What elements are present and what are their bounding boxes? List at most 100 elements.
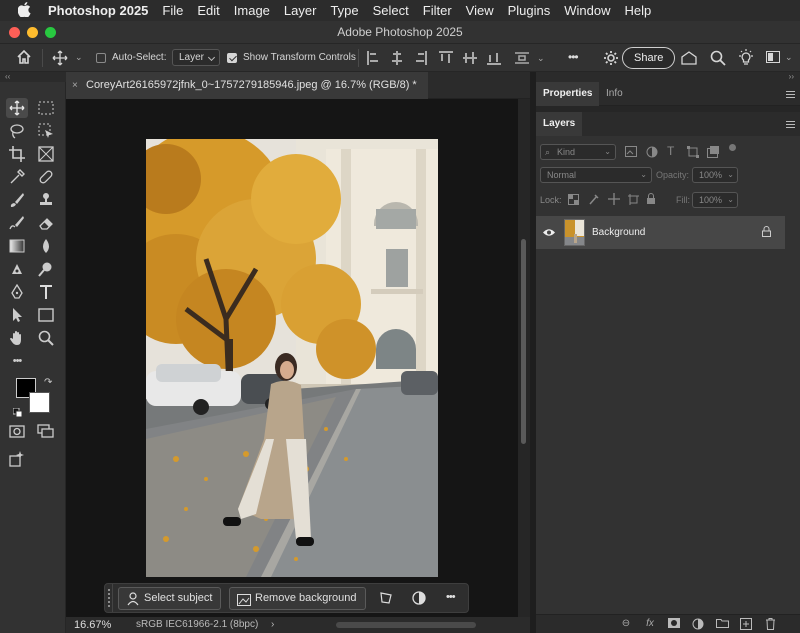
canvas-vertical-scrollbar[interactable]: [518, 99, 530, 617]
status-menu-arrow[interactable]: ›: [271, 619, 274, 630]
cloud-share-icon[interactable]: [680, 50, 698, 69]
lock-position-icon[interactable]: [608, 193, 620, 208]
healing-brush-tool-icon[interactable]: [35, 167, 57, 187]
pen-tool-icon[interactable]: [6, 282, 28, 302]
filter-pixel-icon[interactable]: [625, 146, 637, 160]
workspace-switcher-icon[interactable]: [766, 51, 780, 66]
align-horizontal-center-icon[interactable]: [391, 51, 403, 65]
background-color-swatch[interactable]: [29, 392, 50, 413]
fill-field[interactable]: 100% ⌄: [692, 192, 738, 208]
align-bottom-icon[interactable]: [487, 51, 501, 65]
hand-tool-icon[interactable]: [6, 328, 28, 348]
layer-filter-kind-dropdown[interactable]: ⌕ Kind ⌄: [540, 144, 616, 160]
crop-tool-icon[interactable]: [6, 144, 28, 164]
workspace-chevron-icon[interactable]: ⌄: [785, 52, 793, 63]
show-transform-checkbox[interactable]: [227, 53, 237, 63]
align-more-chevron-icon[interactable]: ⌄: [537, 53, 545, 64]
scrollbar-thumb[interactable]: [521, 239, 526, 444]
canvas-area[interactable]: [66, 99, 518, 617]
select-subject-button[interactable]: Select subject: [118, 587, 222, 610]
quick-mask-icon[interactable]: [6, 421, 28, 441]
adjustment-icon[interactable]: [412, 591, 426, 608]
menu-edit[interactable]: Edit: [197, 3, 219, 18]
horizontal-scrollbar[interactable]: [336, 622, 476, 628]
link-layers-icon[interactable]: ⊖: [620, 618, 632, 630]
toolbar-collapse-icon[interactable]: ‹‹: [0, 72, 66, 82]
lasso-tool-icon[interactable]: [6, 121, 28, 141]
marquee-tool-icon[interactable]: [35, 98, 57, 118]
apple-menu-icon[interactable]: [17, 1, 36, 20]
filter-type-icon[interactable]: T: [667, 144, 674, 158]
layer-visibility-eye-icon[interactable]: [543, 228, 555, 240]
properties-panel-menu-icon[interactable]: [786, 91, 795, 98]
tab-info[interactable]: Info: [599, 82, 630, 106]
distribute-icon[interactable]: [515, 51, 529, 65]
layer-row[interactable]: Background: [536, 216, 785, 249]
layer-name[interactable]: Background: [592, 227, 645, 238]
new-group-folder-icon[interactable]: [716, 618, 729, 630]
filter-smart-object-icon[interactable]: [707, 146, 719, 161]
menu-plugins[interactable]: Plugins: [508, 3, 551, 18]
align-vertical-center-icon[interactable]: [463, 51, 477, 65]
new-layer-icon[interactable]: [740, 618, 752, 630]
tab-properties[interactable]: Properties: [536, 82, 600, 106]
add-mask-icon[interactable]: [668, 618, 680, 630]
history-brush-tool-icon[interactable]: [6, 213, 28, 233]
auto-select-checkbox[interactable]: [96, 53, 106, 63]
menu-select[interactable]: Select: [373, 3, 409, 18]
generative-ai-icon[interactable]: [6, 449, 28, 469]
lock-artboard-icon[interactable]: [628, 194, 639, 208]
opacity-field[interactable]: 100% ⌄: [692, 167, 738, 183]
pen-style-brush-icon[interactable]: [6, 259, 28, 279]
align-left-icon[interactable]: [367, 51, 379, 65]
menu-file[interactable]: File: [162, 3, 183, 18]
layer-style-fx-icon[interactable]: fx: [644, 618, 656, 630]
lock-all-icon[interactable]: [646, 193, 656, 208]
menu-type[interactable]: Type: [330, 3, 358, 18]
close-document-icon[interactable]: ×: [72, 72, 78, 99]
swap-colors-icon[interactable]: ↷: [44, 377, 52, 388]
search-icon[interactable]: [710, 50, 726, 69]
filter-toggle-icon[interactable]: [729, 144, 736, 151]
gradient-tool-icon[interactable]: [6, 236, 28, 256]
dodge-tool-icon[interactable]: [35, 259, 57, 279]
frame-tool-icon[interactable]: [35, 144, 57, 164]
delete-layer-trash-icon[interactable]: [764, 618, 776, 630]
menu-layer[interactable]: Layer: [284, 3, 317, 18]
rectangle-tool-icon[interactable]: [35, 305, 57, 325]
menu-filter[interactable]: Filter: [423, 3, 452, 18]
document-tab[interactable]: × CoreyArt26165972jfnk_0~1757279185946.j…: [66, 72, 428, 99]
settings-gear-icon[interactable]: [603, 50, 619, 69]
share-button[interactable]: Share: [622, 47, 676, 69]
clone-stamp-tool-icon[interactable]: [35, 190, 57, 210]
new-adjustment-layer-icon[interactable]: [692, 618, 704, 630]
transform-icon[interactable]: [379, 591, 393, 608]
blur-tool-icon[interactable]: [35, 236, 57, 256]
menu-help[interactable]: Help: [625, 3, 652, 18]
path-selection-tool-icon[interactable]: [6, 305, 28, 325]
zoom-window-button[interactable]: [45, 27, 56, 38]
tab-layers[interactable]: Layers: [536, 112, 583, 136]
document-image[interactable]: [146, 139, 438, 577]
menu-view[interactable]: View: [466, 3, 494, 18]
move-tool-preset-icon[interactable]: [52, 50, 68, 69]
preset-chevron-down-icon[interactable]: ⌄: [75, 52, 83, 63]
remove-background-button[interactable]: Remove background: [229, 587, 366, 610]
minimize-window-button[interactable]: [27, 27, 38, 38]
brush-tool-icon[interactable]: [6, 190, 28, 210]
taskbar-more-button[interactable]: •••: [446, 591, 456, 603]
blend-mode-dropdown[interactable]: Normal ⌄: [540, 167, 652, 183]
close-window-button[interactable]: [9, 27, 20, 38]
object-selection-tool-icon[interactable]: [35, 121, 57, 141]
align-top-icon[interactable]: [439, 51, 453, 65]
type-tool-icon[interactable]: [35, 282, 57, 302]
menu-window[interactable]: Window: [564, 3, 610, 18]
lock-transparent-icon[interactable]: [568, 194, 579, 208]
more-options-button[interactable]: •••: [568, 50, 579, 64]
filter-shape-icon[interactable]: [687, 146, 699, 161]
zoom-level[interactable]: 16.67%: [74, 619, 111, 631]
lock-image-icon[interactable]: [588, 194, 599, 208]
panel-collapse-icon[interactable]: ››: [536, 72, 800, 82]
move-tool-icon[interactable]: [6, 98, 28, 118]
edit-toolbar-more-icon[interactable]: •••: [6, 351, 28, 371]
